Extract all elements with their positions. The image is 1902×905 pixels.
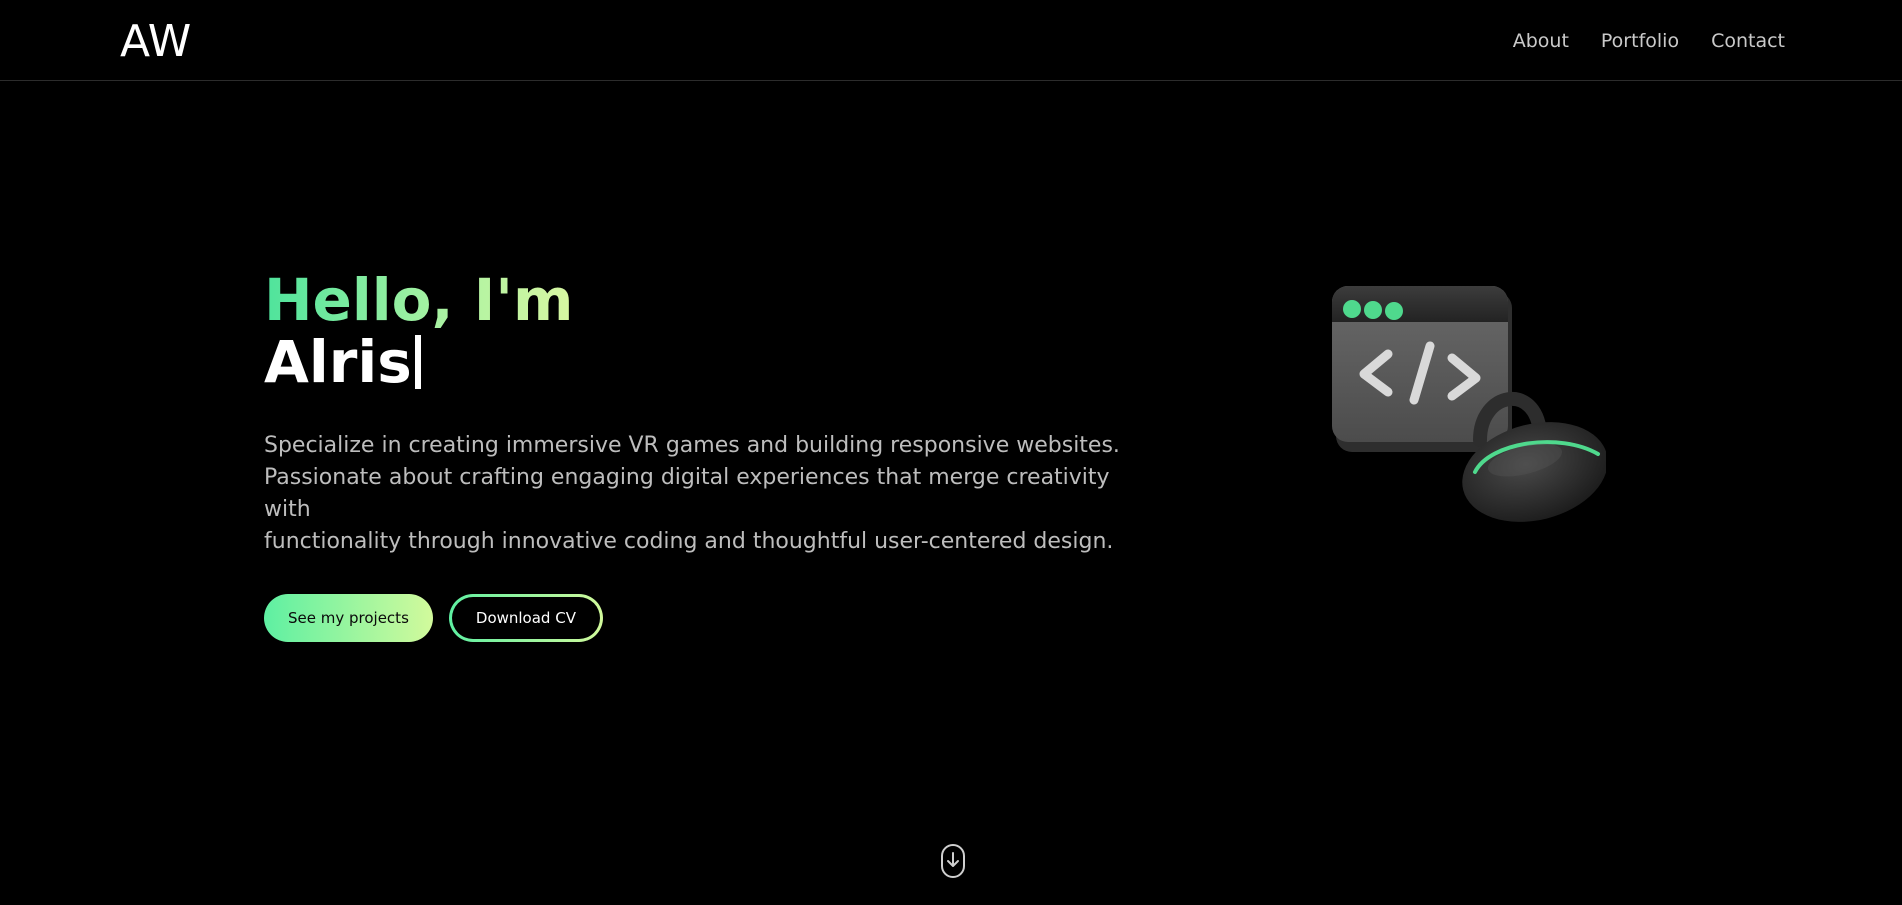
download-cv-button[interactable]: Download CV — [449, 594, 603, 642]
hero-description-line: Specialize in creating immersive VR game… — [264, 433, 1120, 458]
nav-links: About Portfolio Contact — [1513, 29, 1785, 53]
hero-greeting: Hello, I'm — [264, 266, 574, 334]
hero-description-line: Passionate about crafting engaging digit… — [264, 465, 1110, 522]
hero-buttons: See my projects Download CV — [264, 594, 1164, 642]
nav-link-contact[interactable]: Contact — [1711, 29, 1785, 53]
hero-name-line: Alris — [264, 332, 1164, 392]
hero-name: Alris — [264, 328, 412, 396]
nav-link-portfolio[interactable]: Portfolio — [1601, 29, 1679, 53]
navbar: AW About Portfolio Contact — [0, 0, 1902, 81]
hero-description: Specialize in creating immersive VR game… — [264, 430, 1144, 558]
hero-description-line: functionality through innovative coding … — [264, 529, 1114, 554]
nav-link-about[interactable]: About — [1513, 29, 1569, 53]
hero-section: Hello, I'm Alris Specialize in creating … — [264, 268, 1164, 642]
typing-cursor — [414, 335, 421, 389]
mouse-scroll-icon[interactable] — [940, 843, 966, 879]
see-projects-button[interactable]: See my projects — [264, 594, 433, 642]
logo[interactable]: AW — [120, 17, 191, 67]
code-window-vr-headset-illustration — [1330, 282, 1608, 528]
